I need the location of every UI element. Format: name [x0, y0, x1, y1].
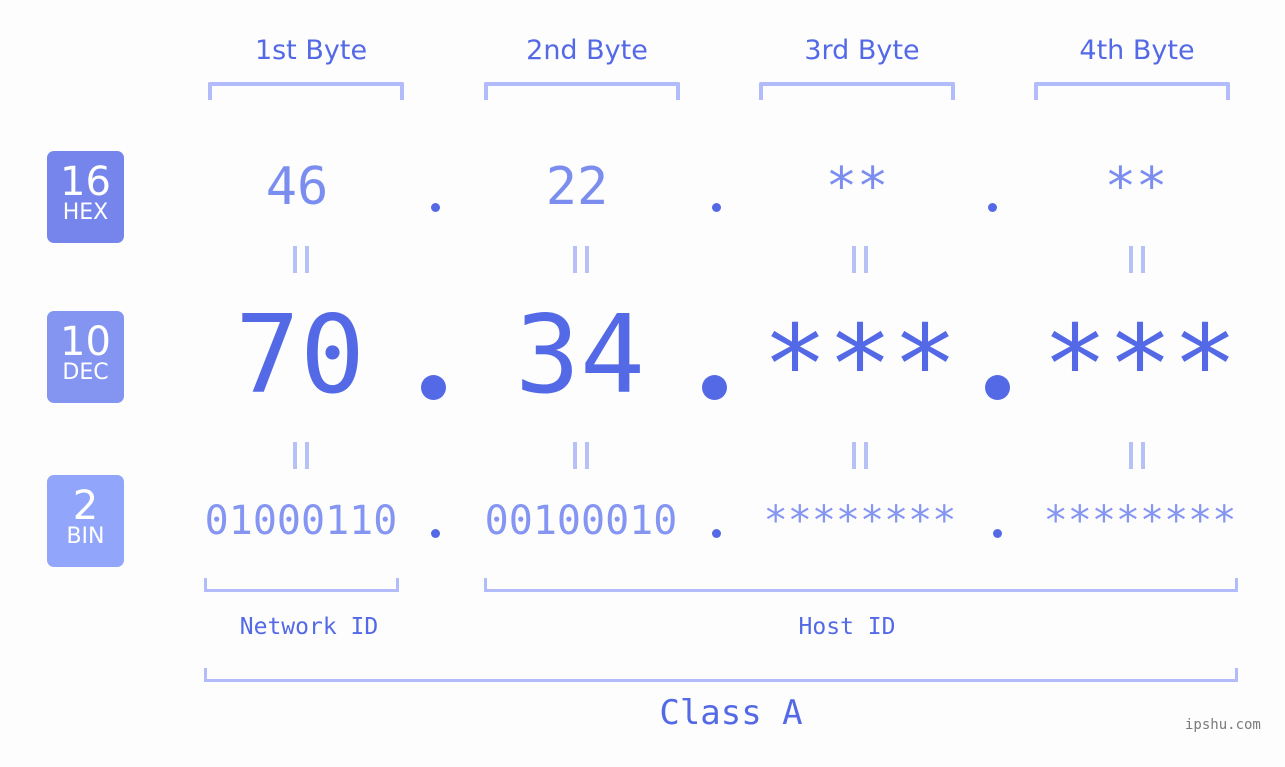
hex-octet-1: 46: [265, 157, 329, 217]
host-id-label: Host ID: [798, 614, 896, 640]
equals-icon: [571, 246, 591, 273]
bin-octet-2: 00100010: [484, 498, 678, 544]
hex-label: HEX: [62, 200, 109, 225]
dec-badge: 10 DEC: [47, 311, 124, 403]
bracket-byte-4: [1034, 82, 1230, 100]
dec-dot-3: [985, 375, 1010, 400]
class-label: Class A: [659, 693, 803, 733]
header-byte-2: 2nd Byte: [526, 35, 648, 66]
watermark: ipshu.com: [1185, 717, 1261, 733]
bin-octet-1: 01000110: [204, 498, 398, 544]
header-byte-3: 3rd Byte: [804, 35, 920, 66]
hex-dot-3: [988, 203, 997, 212]
bin-dot-1: [431, 529, 440, 538]
bracket-byte-3: [759, 82, 955, 100]
bin-dot-3: [993, 529, 1002, 538]
dec-dot-1: [421, 375, 446, 400]
bracket-byte-1: [208, 82, 404, 100]
equals-icon: [291, 246, 311, 273]
dec-octet-2: 34: [514, 293, 646, 418]
bin-dot-2: [712, 529, 721, 538]
class-bracket: [204, 668, 1238, 682]
hex-octet-2: 22: [545, 157, 609, 217]
dec-octet-3: ***: [762, 303, 958, 428]
bin-octet-4: ********: [1043, 498, 1237, 544]
dec-octet-1: 70: [234, 293, 366, 418]
bin-octet-3: ********: [763, 498, 957, 544]
equals-icon: [850, 442, 870, 469]
dec-base: 10: [60, 319, 111, 365]
hex-badge: 16 HEX: [47, 151, 124, 243]
bin-base: 2: [72, 483, 99, 529]
equals-icon: [1127, 442, 1147, 469]
hex-dot-2: [712, 203, 721, 212]
network-id-label: Network ID: [239, 614, 379, 640]
hex-octet-3: **: [825, 157, 889, 217]
header-byte-4: 4th Byte: [1079, 35, 1195, 66]
host-id-bracket: [484, 578, 1238, 592]
equals-icon: [1127, 246, 1147, 273]
hex-base: 16: [60, 159, 111, 205]
equals-icon: [291, 442, 311, 469]
bin-label: BIN: [66, 524, 105, 549]
hex-octet-4: **: [1104, 157, 1168, 217]
bin-badge: 2 BIN: [47, 475, 124, 567]
equals-icon: [850, 246, 870, 273]
network-id-bracket: [204, 578, 399, 592]
dec-label: DEC: [62, 360, 109, 385]
header-byte-1: 1st Byte: [254, 35, 368, 66]
dec-octet-4: ***: [1042, 303, 1238, 428]
hex-dot-1: [431, 203, 440, 212]
dec-dot-2: [702, 375, 727, 400]
bracket-byte-2: [484, 82, 680, 100]
equals-icon: [571, 442, 591, 469]
